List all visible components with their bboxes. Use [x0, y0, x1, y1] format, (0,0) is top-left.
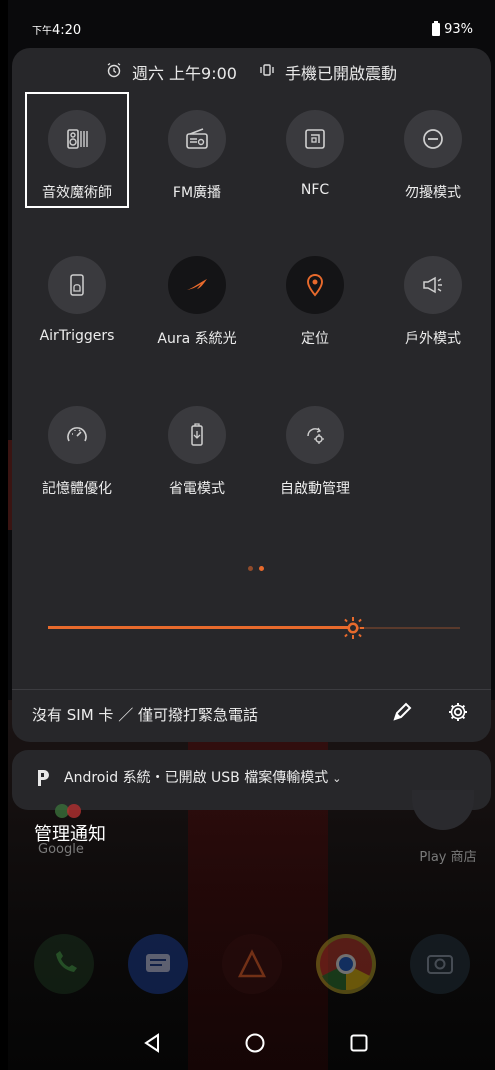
settings-gear-icon[interactable] [446, 700, 470, 724]
tile-airtriggers[interactable]: AirTriggers [22, 234, 132, 344]
outdoor-mode-icon [404, 256, 462, 314]
chrome-app-icon[interactable] [316, 934, 376, 994]
status-time: 下午4:20 [32, 22, 81, 38]
tile-label: 省電模式 [169, 481, 225, 497]
tile-label: AirTriggers [39, 328, 115, 344]
location-icon [286, 256, 344, 314]
brightness-sun-icon[interactable] [342, 617, 364, 639]
home-icon[interactable] [244, 1032, 266, 1054]
tile-label: 戶外模式 [405, 331, 461, 347]
next-alarm[interactable]: 週六 上午9:00 [132, 60, 237, 84]
airtriggers-icon [48, 256, 106, 314]
vibrate-status: 手機已開啟震動 [285, 64, 398, 83]
page-dot [248, 566, 253, 571]
phone-screen: 下午4:20 93% 週六 上午9:00 手機已開啟震動 音效魔術師 FM廣播 … [8, 0, 495, 1070]
armoury-app-icon[interactable] [222, 934, 282, 994]
page-dot-active [259, 566, 264, 571]
tile-aura[interactable]: Aura 系統光 [142, 234, 252, 347]
qs-header: 週六 上午9:00 手機已開啟震動 [12, 58, 491, 86]
tile-nfc[interactable]: NFC [260, 88, 370, 198]
page-indicator [248, 566, 264, 571]
brightness-slider[interactable] [48, 616, 460, 640]
tile-label: 定位 [301, 331, 329, 347]
tile-outdoor-mode[interactable]: 戶外模式 [378, 234, 488, 347]
battery-percent: 93% [444, 22, 473, 37]
tile-label: NFC [300, 182, 330, 198]
battery-status: 93% [432, 21, 473, 37]
navigation-bar [8, 1012, 495, 1070]
messages-app-icon[interactable] [128, 934, 188, 994]
tile-memory-optimize[interactable]: 記憶體優化 [22, 384, 132, 497]
tile-label: 記憶體優化 [42, 481, 112, 497]
status-bar: 下午4:20 93% [8, 0, 495, 48]
auto-start-icon [286, 406, 344, 464]
tile-label: 勿擾模式 [405, 185, 461, 201]
status-ampm: 下午 [32, 26, 52, 37]
google-folder-icon [52, 800, 86, 822]
do-not-disturb-icon [404, 110, 462, 168]
tile-battery-saver[interactable]: 省電模式 [142, 384, 252, 497]
android-system-icon [32, 766, 54, 788]
chevron-down-icon[interactable]: ⌄ [332, 772, 341, 785]
aura-rog-icon [168, 256, 226, 314]
brightness-fill [48, 626, 353, 629]
manage-notifications[interactable]: 管理通知 [34, 820, 106, 846]
sim-status: 沒有 SIM 卡 ／ 僅可撥打緊急電話 [32, 706, 258, 724]
audio-wizard-icon [48, 110, 106, 168]
tile-label: FM廣播 [172, 185, 222, 201]
notification-text-row: Android 系統・已開啟 USB 檔案傳輸模式 ⌄ [64, 767, 341, 787]
app-label: Play 商店 [419, 850, 477, 865]
home-dock [8, 934, 495, 998]
memory-optimize-icon [48, 406, 106, 464]
phone-app-icon[interactable] [34, 934, 94, 994]
recents-icon[interactable] [348, 1032, 370, 1054]
alarm-icon [106, 62, 122, 82]
nfc-icon [286, 110, 344, 168]
tile-fm-radio[interactable]: FM廣播 [142, 88, 252, 201]
status-clock: 4:20 [52, 23, 82, 38]
tile-location[interactable]: 定位 [260, 234, 370, 347]
camera-app-icon[interactable] [410, 934, 470, 994]
qs-divider [12, 689, 491, 690]
tile-do-not-disturb[interactable]: 勿擾模式 [378, 88, 488, 201]
vibrate-icon [259, 62, 275, 82]
battery-icon [432, 21, 441, 36]
radio-icon [168, 110, 226, 168]
tile-audio-wizard[interactable]: 音效魔術師 [22, 88, 132, 208]
notification-text: Android 系統・已開啟 USB 檔案傳輸模式 [64, 770, 329, 786]
edit-pencil-icon[interactable] [390, 700, 414, 724]
tile-auto-start[interactable]: 自啟動管理 [260, 384, 370, 497]
battery-saver-icon [168, 406, 226, 464]
back-icon[interactable] [141, 1032, 163, 1054]
quick-settings-panel: 週六 上午9:00 手機已開啟震動 音效魔術師 FM廣播 NFC 勿擾模式 Ai… [12, 48, 491, 742]
tile-label: 音效魔術師 [42, 185, 112, 201]
tile-label: Aura 系統光 [157, 331, 237, 347]
tile-label: 自啟動管理 [280, 481, 350, 497]
